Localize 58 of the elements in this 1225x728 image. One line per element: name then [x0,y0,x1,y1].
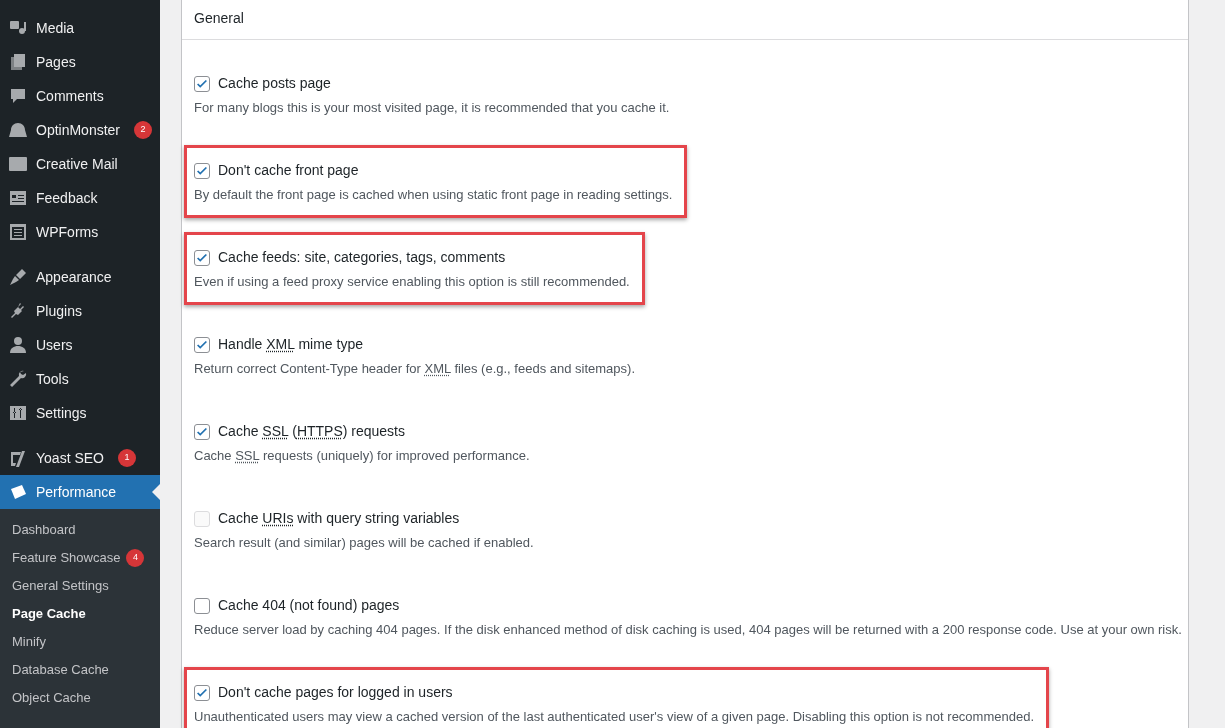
option-description: Reduce server load by caching 404 pages. If the disk enhanced method of disk caching is used, 404 pages will be returned with a 200 response code. Use at your own risk. [194,621,1183,639]
menu-item[interactable]: Appearance [0,260,160,294]
menu-item[interactable]: Performance [0,475,160,509]
option-label: Handle XML mime type [218,335,363,354]
submenu-item[interactable]: Minify [0,628,160,656]
menu-item[interactable]: Feedback [0,181,160,215]
option-label: Cache URIs with query string variables [218,509,460,528]
menu-item[interactable]: Tools [0,362,160,396]
submenu-item[interactable]: Database Cache [0,656,160,684]
checkbox[interactable] [194,423,210,440]
option-label: Cache SSL (HTTPS) requests [218,422,405,441]
menu-item[interactable]: Settings [0,396,160,430]
submenu-item[interactable]: Page Cache [0,600,160,628]
option-label: Don't cache pages for logged in users [218,683,453,702]
user-icon [8,335,28,355]
checkbox[interactable] [194,597,210,614]
menu-item[interactable]: Plugins [0,294,160,328]
panel-title: General [182,0,1188,40]
sliders-icon [8,403,28,423]
comments-icon [8,86,28,106]
menu-item[interactable]: Pages [0,45,160,79]
wrench-icon [8,369,28,389]
option-label: Cache posts page [218,74,331,93]
brush-icon [8,267,28,287]
option-description: Even if using a feed proxy service enabling this option is still recommended. [194,273,630,291]
menu-item[interactable]: Media [0,11,160,45]
yoast-icon [8,448,28,468]
option-description: Return correct Content-Type header for XML files (e.g., feeds and sitemaps). [194,360,637,378]
current-pointer-icon [152,484,160,500]
count-badge: 2 [134,121,153,139]
option-label: Cache feeds: site, categories, tags, comments [218,248,506,267]
menu-item[interactable]: Creative Mail [0,147,160,181]
submenu-item[interactable]: General Settings [0,572,160,600]
option-label: Cache 404 (not found) pages [218,596,400,615]
option-label: Don't cache front page [218,161,359,180]
checkbox[interactable] [194,162,210,179]
submenu-item[interactable]: Feature Showcase 4 [0,544,160,572]
checkbox[interactable] [194,684,210,701]
menu-item[interactable]: OptinMonster 2 [0,113,160,147]
submenu-item[interactable]: Object Cache [0,684,160,712]
option-description: Unauthenticated users may view a cached version of the last authenticated user's view of a given page. Disabling this option is not recommended. [194,708,1034,726]
option-description: Cache SSL requests (uniquely) for improved performance. [194,447,531,465]
forms-icon [8,222,28,242]
checkbox[interactable] [194,249,210,266]
menu-item[interactable]: Comments [0,79,160,113]
option-description: For many blogs this is your most visited page, it is recommended that you cache it. [194,99,671,117]
count-badge: 1 [118,449,136,467]
menu-item[interactable]: WPForms [0,215,160,249]
checkbox[interactable] [194,336,210,353]
pages-icon [8,52,28,72]
checkbox[interactable] [194,75,210,92]
option-description: By default the front page is cached when using static front page in reading settings. [194,186,673,204]
menu-item[interactable]: Users [0,328,160,362]
feedback-icon [8,188,28,208]
count-badge: 4 [126,549,145,567]
option-description: Search result (and similar) pages will be cached if enabled. [194,534,535,552]
submenu-item[interactable]: Dashboard [0,516,160,544]
menu-item[interactable]: Yoast SEO 1 [0,441,160,475]
